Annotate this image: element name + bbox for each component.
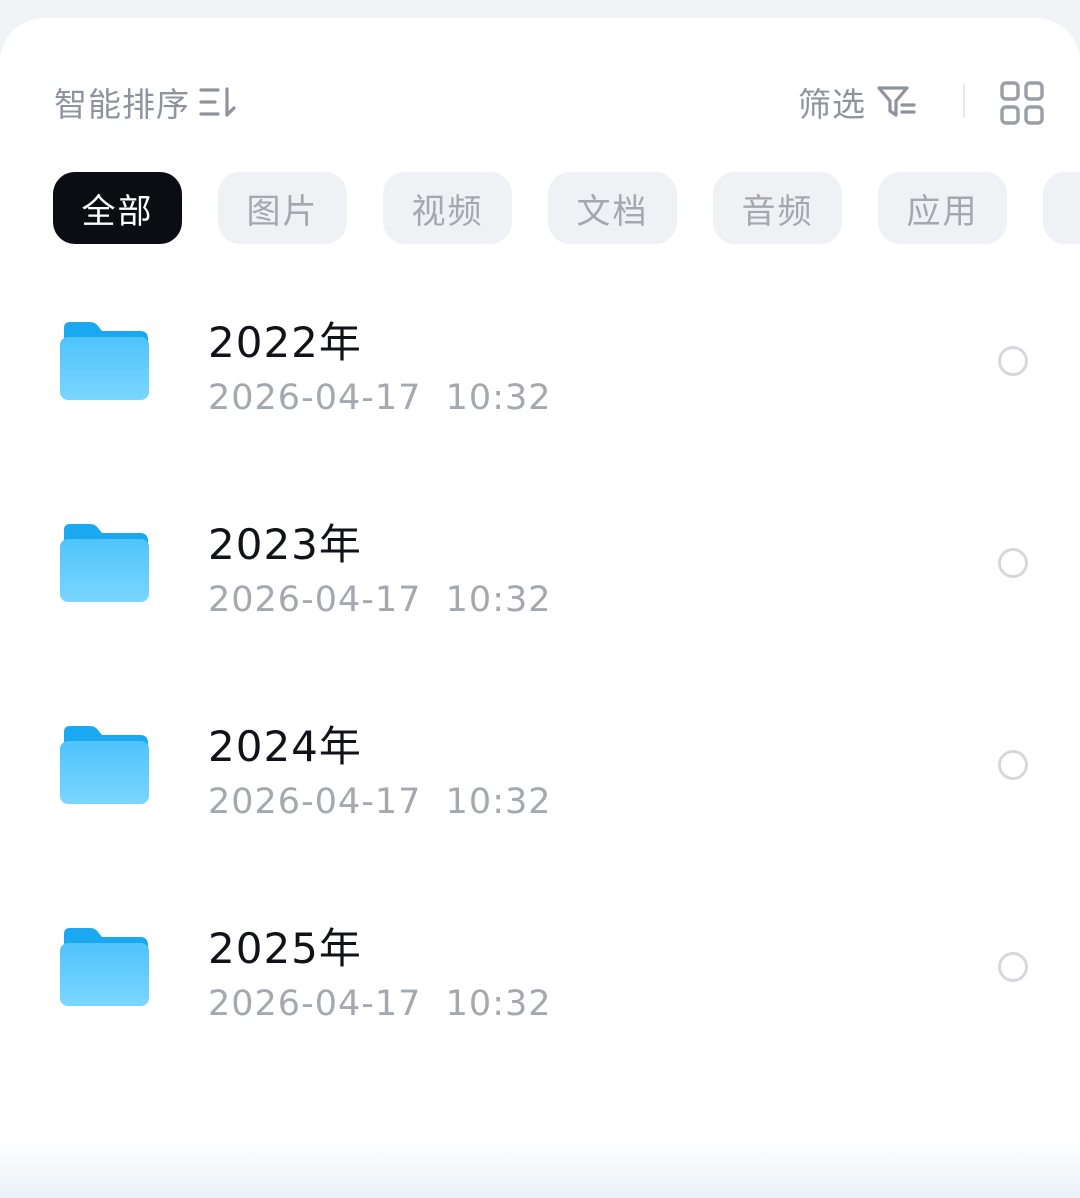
toolbar-divider bbox=[963, 84, 965, 118]
chip-partial[interactable]: E bbox=[1043, 172, 1080, 244]
folder-name: 2023年 bbox=[208, 520, 362, 569]
folder-name: 2022年 bbox=[208, 318, 362, 367]
chip-label: 音频 bbox=[741, 191, 814, 232]
folder-icon bbox=[60, 928, 149, 1006]
toolbar: 智能排序 筛选 bbox=[0, 18, 1080, 158]
chip-audio[interactable]: 音频 bbox=[713, 172, 842, 244]
chip-videos[interactable]: 视频 bbox=[383, 172, 512, 244]
filter-icon bbox=[877, 86, 916, 117]
chip-label: 应用 bbox=[906, 191, 979, 232]
chip-apps[interactable]: 应用 bbox=[878, 172, 1007, 244]
sort-label: 智能排序 bbox=[54, 85, 190, 124]
list-item[interactable]: 2025年 2026-04-17 10:32 bbox=[0, 894, 1080, 1096]
folder-date: 2026-04-17 10:32 bbox=[208, 580, 552, 620]
folder-icon bbox=[60, 524, 149, 602]
grid-view-button[interactable] bbox=[999, 80, 1045, 126]
folder-name: 2025年 bbox=[208, 924, 362, 973]
list-item[interactable]: 2022年 2026-04-17 10:32 bbox=[0, 288, 1080, 490]
chip-label: 视频 bbox=[411, 191, 484, 232]
file-browser-panel: 智能排序 筛选 全部 图片 视频 文档 音频 应用 2022年 2026-04-… bbox=[0, 18, 1080, 1198]
folder-icon bbox=[60, 322, 149, 400]
bottom-fade bbox=[0, 1138, 1080, 1198]
folder-icon bbox=[60, 726, 149, 804]
filter-button[interactable]: 筛选 bbox=[798, 80, 918, 124]
sort-descending-icon bbox=[199, 87, 236, 117]
file-list: 2022年 2026-04-17 10:32 2023年 2026-04-17 … bbox=[0, 288, 1080, 1096]
select-checkbox[interactable] bbox=[998, 952, 1028, 982]
category-chips: 全部 图片 视频 文档 音频 应用 E bbox=[53, 172, 1080, 244]
chip-label: 图片 bbox=[246, 191, 319, 232]
select-checkbox[interactable] bbox=[998, 750, 1028, 780]
select-checkbox[interactable] bbox=[998, 548, 1028, 578]
chip-all[interactable]: 全部 bbox=[53, 172, 182, 244]
chip-documents[interactable]: 文档 bbox=[548, 172, 677, 244]
select-checkbox[interactable] bbox=[998, 346, 1028, 376]
grid-view-icon bbox=[1000, 81, 1044, 125]
filter-label: 筛选 bbox=[798, 85, 866, 124]
folder-date: 2026-04-17 10:32 bbox=[208, 378, 552, 418]
chip-label: 全部 bbox=[81, 191, 154, 232]
list-item[interactable]: 2024年 2026-04-17 10:32 bbox=[0, 692, 1080, 894]
list-item[interactable]: 2023年 2026-04-17 10:32 bbox=[0, 490, 1080, 692]
folder-date: 2026-04-17 10:32 bbox=[208, 984, 552, 1024]
chip-label: 文档 bbox=[576, 191, 649, 232]
sort-button[interactable]: 智能排序 bbox=[54, 80, 238, 124]
chip-images[interactable]: 图片 bbox=[218, 172, 347, 244]
folder-date: 2026-04-17 10:32 bbox=[208, 782, 552, 822]
folder-name: 2024年 bbox=[208, 722, 362, 771]
